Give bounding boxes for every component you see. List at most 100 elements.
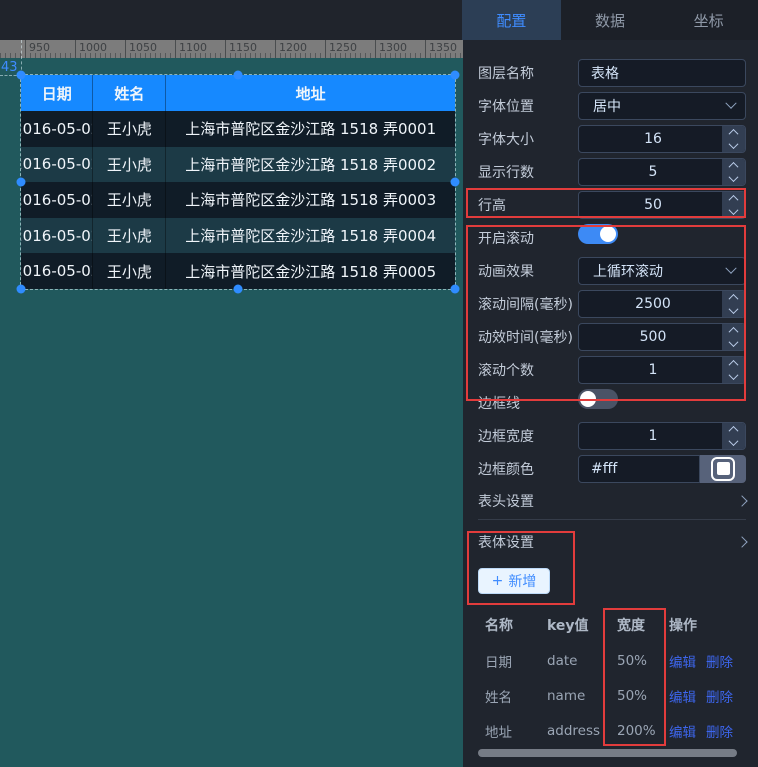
scroll-count-stepper[interactable] [722, 357, 745, 383]
row-count-value: 5 [649, 164, 658, 180]
color-picker-button[interactable] [700, 455, 746, 483]
columns-table-row: 姓名 name 50% 编辑 删除 [478, 678, 746, 713]
stepper-up[interactable] [722, 357, 745, 370]
scroll-count-input[interactable]: 1 [578, 356, 746, 384]
edit-link[interactable]: 编辑 [669, 686, 696, 706]
add-column-button[interactable]: + 新增 [478, 568, 550, 594]
field-label: 字体位置 [478, 96, 578, 116]
border-width-stepper[interactable] [722, 423, 745, 449]
border-width-value: 1 [649, 428, 658, 444]
font-position-select[interactable]: 居中 [578, 92, 746, 120]
stepper-down[interactable] [722, 436, 745, 449]
column-key: address [547, 723, 617, 739]
horizontal-scrollbar[interactable] [478, 749, 737, 757]
stepper-up[interactable] [722, 423, 745, 436]
resize-handle-sw[interactable] [17, 285, 26, 294]
enable-scroll-toggle[interactable] [578, 224, 618, 244]
scroll-count-value: 1 [649, 362, 658, 378]
delete-link[interactable]: 删除 [706, 651, 733, 671]
ruler-tick: 1050 [125, 40, 157, 58]
stepper-down[interactable] [722, 337, 745, 350]
cell-name: 王小虎 [93, 147, 166, 183]
row-height-stepper[interactable] [722, 192, 745, 218]
animation-time-input[interactable]: 500 [578, 323, 746, 351]
edit-link[interactable]: 编辑 [669, 651, 696, 671]
delete-link[interactable]: 删除 [706, 686, 733, 706]
stepper-up[interactable] [722, 192, 745, 205]
stepper-down[interactable] [722, 139, 745, 152]
column-width: 50% [617, 688, 669, 704]
section-divider [478, 519, 746, 520]
border-line-toggle[interactable] [578, 389, 618, 409]
cell-address: 上海市普陀区金沙江路 1518 弄0003 [166, 182, 455, 218]
chevron-down-icon [729, 205, 739, 215]
stepper-up[interactable] [722, 291, 745, 304]
stepper-up[interactable] [722, 324, 745, 337]
widget-col-header: 姓名 [93, 75, 166, 111]
stepper-down[interactable] [722, 172, 745, 185]
field-label: 边框宽度 [478, 426, 578, 446]
stepper-down[interactable] [722, 205, 745, 218]
layer-name-input[interactable]: 表格 [578, 59, 746, 87]
stepper-up[interactable] [722, 126, 745, 139]
resize-handle-w[interactable] [17, 178, 26, 187]
field-label: 图层名称 [478, 63, 578, 83]
row-height-input[interactable]: 50 [578, 191, 746, 219]
chevron-down-icon [725, 262, 736, 273]
config-tab-bar: 配置 数据 坐标 [462, 0, 758, 40]
resize-handle-s[interactable] [234, 285, 243, 294]
design-canvas[interactable]: 950 1000 1050 1100 1150 1200 1250 1300 1… [0, 40, 463, 767]
border-width-input[interactable]: 1 [578, 422, 746, 450]
field-label: 行高 [478, 195, 578, 215]
resize-handle-nw[interactable] [17, 71, 26, 80]
field-animation-effect: 动画效果 上循环滚动 [478, 254, 746, 287]
resize-handle-n[interactable] [234, 71, 243, 80]
color-swatch-ring [711, 457, 735, 481]
stepper-down[interactable] [722, 304, 745, 317]
section-header-settings[interactable]: 表头设置 [478, 485, 746, 517]
edit-link[interactable]: 编辑 [669, 721, 696, 741]
font-size-stepper[interactable] [722, 126, 745, 152]
resize-handle-ne[interactable] [451, 71, 460, 80]
scroll-interval-input[interactable]: 2500 [578, 290, 746, 318]
stepper-up[interactable] [722, 159, 745, 172]
columns-table-row: 地址 address 200% 编辑 删除 [478, 713, 746, 748]
row-count-stepper[interactable] [722, 159, 745, 185]
delete-link[interactable]: 删除 [706, 721, 733, 741]
scroll-interval-value: 2500 [635, 296, 671, 312]
row-count-input[interactable]: 5 [578, 158, 746, 186]
cell-address: 上海市普陀区金沙江路 1518 弄0001 [166, 111, 455, 147]
ruler-tick: 1300 [375, 40, 407, 58]
cell-date: 2016-05-02 [21, 218, 93, 254]
resize-handle-se[interactable] [451, 285, 460, 294]
table-widget[interactable]: 日期 姓名 地址 2016-05-02 王小虎 上海市普陀区金沙江路 1518 … [21, 75, 455, 289]
add-button-label: 新增 [508, 571, 536, 591]
section-body-settings[interactable]: 表体设置 [478, 522, 746, 562]
col-header-key: key值 [547, 615, 617, 635]
field-animation-time: 动效时间(毫秒) 500 [478, 320, 746, 353]
toggle-knob [600, 226, 616, 242]
column-width: 50% [617, 653, 669, 669]
animation-effect-select[interactable]: 上循环滚动 [578, 257, 746, 285]
tab-data[interactable]: 数据 [561, 0, 660, 40]
field-label: 滚动间隔(毫秒) [478, 294, 578, 314]
cell-name: 王小虎 [93, 253, 166, 289]
column-name: 姓名 [485, 686, 547, 706]
field-label: 滚动个数 [478, 360, 578, 380]
cell-name: 王小虎 [93, 182, 166, 218]
widget-table-row: 2016-05-02 王小虎 上海市普陀区金沙江路 1518 弄0002 [21, 147, 455, 183]
field-label: 边框颜色 [478, 459, 578, 479]
field-font-size: 字体大小 16 [478, 122, 746, 155]
font-size-input[interactable]: 16 [578, 125, 746, 153]
scroll-interval-stepper[interactable] [722, 291, 745, 317]
border-color-input[interactable]: #fff [578, 455, 700, 483]
resize-handle-e[interactable] [451, 178, 460, 187]
tab-coords[interactable]: 坐标 [659, 0, 758, 40]
ruler-tick: 1000 [75, 40, 107, 58]
cell-date: 2016-05-02 [21, 253, 93, 289]
stepper-down[interactable] [722, 370, 745, 383]
field-row-height: 行高 50 [478, 188, 746, 221]
tab-config[interactable]: 配置 [462, 0, 561, 40]
animation-time-stepper[interactable] [722, 324, 745, 350]
cell-name: 王小虎 [93, 111, 166, 147]
